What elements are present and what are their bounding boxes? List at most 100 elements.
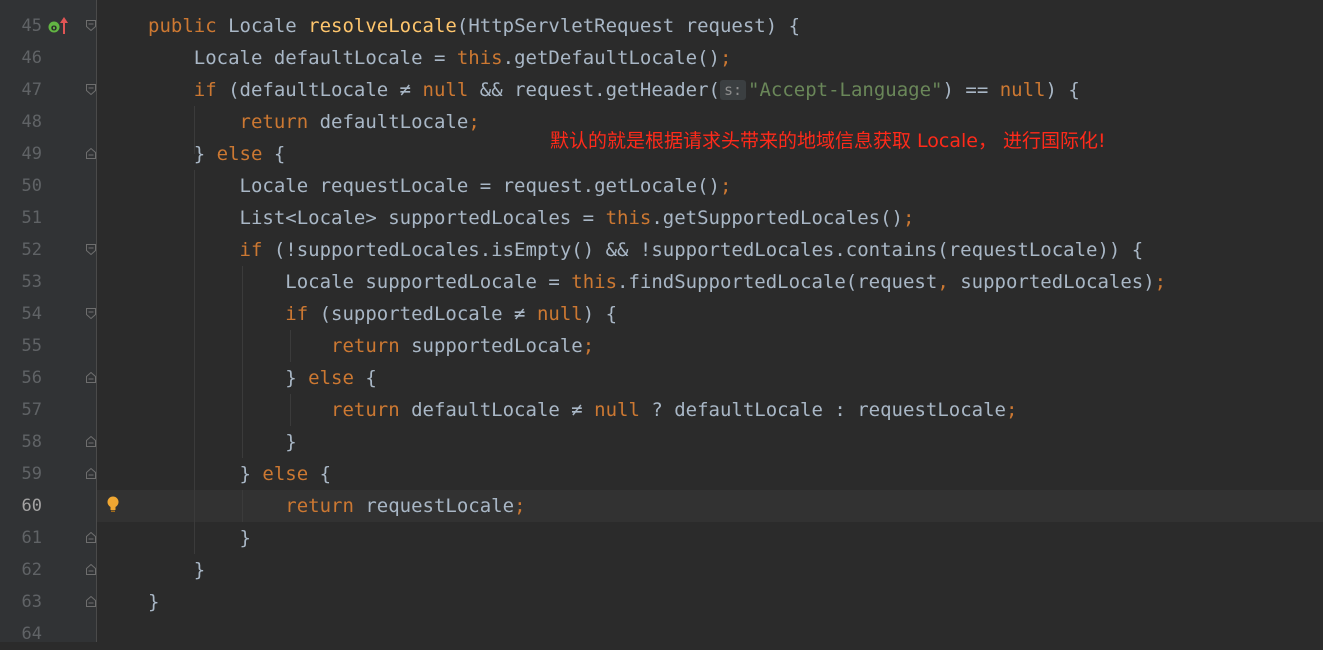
code-token: } bbox=[148, 431, 297, 453]
code-token: resolveLocale bbox=[308, 15, 457, 37]
code-token: requestLocale bbox=[365, 495, 515, 517]
line-number: 56 bbox=[21, 368, 42, 388]
code-text[interactable]: } bbox=[148, 426, 297, 458]
line-number: 49 bbox=[21, 144, 42, 164]
code-line[interactable]: 58 } bbox=[0, 426, 1323, 458]
line-number: 61 bbox=[21, 528, 42, 548]
code-text[interactable]: if (!supportedLocales.isEmpty() && !supp… bbox=[148, 234, 1144, 266]
fold-close-icon[interactable] bbox=[86, 436, 96, 447]
code-token: null bbox=[594, 399, 652, 421]
fold-close-icon[interactable] bbox=[86, 372, 96, 383]
code-text[interactable]: Locale requestLocale = request.getLocale… bbox=[148, 170, 732, 202]
code-token: } bbox=[148, 591, 160, 613]
code-line[interactable]: 51 List<Locale> supportedLocales = this.… bbox=[0, 202, 1323, 234]
code-text[interactable]: if (supportedLocale ≠ null) { bbox=[148, 298, 617, 330]
code-token: } bbox=[148, 463, 263, 485]
code-text[interactable]: List<Locale> supportedLocales = this.get… bbox=[148, 202, 915, 234]
code-token: } bbox=[148, 559, 206, 581]
code-token: else bbox=[262, 463, 320, 485]
code-line[interactable]: 54 if (supportedLocale ≠ null) { bbox=[0, 298, 1323, 330]
intention-bulb-icon[interactable] bbox=[106, 495, 120, 513]
code-token: ) { bbox=[582, 303, 618, 325]
code-line[interactable]: 60 return requestLocale; bbox=[0, 490, 1323, 522]
code-token: supportedLocale bbox=[411, 335, 583, 357]
override-method-icon[interactable]: o bbox=[48, 14, 72, 40]
code-token: else bbox=[216, 143, 274, 165]
code-token: Locale supportedLocale = bbox=[148, 271, 572, 293]
code-line[interactable]: 53 Locale supportedLocale = this.findSup… bbox=[0, 266, 1323, 298]
code-token: } bbox=[148, 143, 217, 165]
code-line[interactable]: 45 public Locale resolveLocale(HttpServle… bbox=[0, 10, 1323, 42]
code-line[interactable]: 56 } else { bbox=[0, 362, 1323, 394]
code-text[interactable]: return requestLocale; bbox=[148, 490, 525, 522]
fold-close-icon[interactable] bbox=[86, 596, 96, 607]
code-text[interactable]: Locale supportedLocale = this.findSuppor… bbox=[148, 266, 1166, 298]
line-number: 50 bbox=[21, 176, 42, 196]
code-text[interactable]: return defaultLocale; bbox=[148, 106, 480, 138]
annotation-text: 默认的就是根据请求头带来的地域信息获取 Locale， 进行国际化! bbox=[550, 130, 1106, 152]
code-text[interactable]: } bbox=[148, 554, 205, 586]
fold-close-icon[interactable] bbox=[86, 564, 96, 575]
fold-close-icon[interactable] bbox=[86, 532, 96, 543]
code-text[interactable]: public Locale resolveLocale(HttpServletR… bbox=[148, 10, 800, 42]
code-line[interactable]: 52 if (!supportedLocales.isEmpty() && !s… bbox=[0, 234, 1323, 266]
code-token: supportedLocales) bbox=[960, 271, 1155, 293]
code-line[interactable]: 64 bbox=[0, 618, 1323, 650]
code-text[interactable]: } else { bbox=[148, 458, 332, 490]
indent-guide bbox=[290, 394, 291, 426]
code-token: "Accept-Language" bbox=[748, 79, 943, 101]
code-text[interactable]: } else { bbox=[148, 138, 286, 170]
fold-open-icon[interactable] bbox=[86, 84, 96, 95]
code-line[interactable]: 47 if (defaultLocale ≠ null && request.g… bbox=[0, 74, 1323, 106]
fold-open-icon[interactable] bbox=[86, 20, 96, 31]
code-line[interactable]: 57 return defaultLocale ≠ null ? default… bbox=[0, 394, 1323, 426]
code-token: Locale defaultLocale = bbox=[148, 47, 457, 69]
code-text[interactable]: if (defaultLocale ≠ null && request.getH… bbox=[148, 74, 1080, 106]
code-token: ; bbox=[1154, 271, 1167, 293]
line-number: 54 bbox=[21, 304, 42, 324]
fold-open-icon[interactable] bbox=[86, 244, 96, 255]
fold-close-icon[interactable] bbox=[86, 468, 96, 479]
code-token: .getSupportedLocales() bbox=[651, 207, 903, 229]
code-line[interactable]: 46 Locale defaultLocale = this.getDefaul… bbox=[0, 42, 1323, 74]
code-line[interactable]: 62 } bbox=[0, 554, 1323, 586]
code-text[interactable]: } else { bbox=[148, 362, 377, 394]
code-line[interactable]: 59 } else { bbox=[0, 458, 1323, 490]
code-token: if bbox=[148, 303, 320, 325]
code-token: null bbox=[422, 79, 480, 101]
code-line[interactable]: 63} bbox=[0, 586, 1323, 618]
line-number: 53 bbox=[21, 272, 42, 292]
line-number: 63 bbox=[21, 592, 42, 612]
line-number: 58 bbox=[21, 432, 42, 452]
code-text[interactable]: Locale defaultLocale = this.getDefaultLo… bbox=[148, 42, 732, 74]
code-text[interactable]: } bbox=[148, 522, 251, 554]
line-number: 51 bbox=[21, 208, 42, 228]
code-token: ; bbox=[1005, 399, 1018, 421]
code-token: .findSupportedLocale(request bbox=[617, 271, 938, 293]
svg-text:o: o bbox=[51, 24, 57, 34]
code-token: ; bbox=[468, 111, 480, 133]
parameter-hint: s: bbox=[719, 80, 747, 100]
fold-open-icon[interactable] bbox=[86, 308, 96, 319]
code-line[interactable]: 61 } bbox=[0, 522, 1323, 554]
code-token: (HttpServletRequest request) { bbox=[456, 15, 801, 37]
code-editor[interactable]: 45 public Locale resolveLocale(HttpServle… bbox=[0, 0, 1323, 644]
line-number: 55 bbox=[21, 336, 42, 356]
code-token: this bbox=[571, 271, 618, 293]
code-text[interactable]: return defaultLocale ≠ null ? defaultLoc… bbox=[148, 394, 1017, 426]
code-token: ; bbox=[903, 207, 915, 229]
code-token: (supportedLocale ≠ bbox=[319, 303, 537, 325]
code-text[interactable]: return supportedLocale; bbox=[148, 330, 594, 362]
fold-close-icon[interactable] bbox=[86, 148, 96, 159]
line-number: 62 bbox=[21, 560, 42, 580]
code-token: ; bbox=[719, 175, 732, 197]
code-line[interactable]: 50 Locale requestLocale = request.getLoc… bbox=[0, 170, 1323, 202]
code-line[interactable]: 55 return supportedLocale; bbox=[0, 330, 1323, 362]
code-token: this bbox=[456, 47, 503, 69]
indent-guide bbox=[242, 490, 243, 522]
code-text[interactable]: } bbox=[148, 586, 159, 618]
code-token: } bbox=[148, 367, 309, 389]
code-token: } bbox=[148, 527, 251, 549]
line-number: 45 bbox=[21, 16, 42, 36]
line-number: 52 bbox=[21, 240, 42, 260]
